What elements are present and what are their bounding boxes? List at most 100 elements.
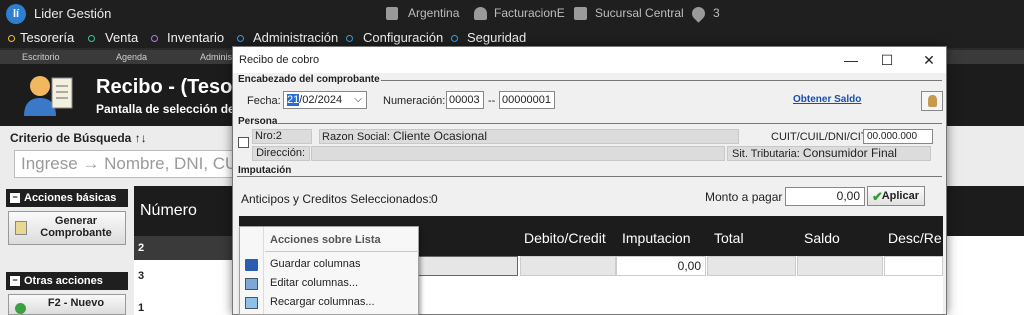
basic-actions-label: Acciones básicas xyxy=(24,192,117,204)
razon-social-box: Razon Social: Cliente Ocasional xyxy=(319,129,739,144)
get-balance-link[interactable]: Obtener Saldo xyxy=(793,94,861,105)
table-row[interactable]: 1 xyxy=(134,302,234,314)
chevron-down-icon[interactable]: ⌵ xyxy=(354,92,362,108)
building-icon xyxy=(574,7,587,20)
reload-columns-icon xyxy=(245,297,258,309)
menu-venta[interactable]: Venta xyxy=(105,30,138,45)
grid-cell-saldo[interactable] xyxy=(797,256,883,276)
menu-dot-icon xyxy=(237,35,244,42)
apply-label: Aplicar xyxy=(881,190,919,202)
maximize-icon[interactable]: ☐ xyxy=(877,51,897,69)
location-count[interactable]: 3 xyxy=(713,6,720,20)
grid-cell-debito-credito[interactable] xyxy=(520,256,616,276)
column-header-desc-recargo[interactable]: Desc/Re xyxy=(888,230,942,246)
person-group-label: Persona xyxy=(237,116,279,127)
app-logo: lí xyxy=(6,4,26,24)
menu-dot-icon xyxy=(346,35,353,42)
menu-dot-icon xyxy=(451,35,458,42)
grid-cell-concept[interactable] xyxy=(413,256,518,276)
menu-item-save-columns[interactable]: Guardar columnas xyxy=(270,258,361,270)
page-subtitle: Pantalla de selección de c xyxy=(96,102,245,116)
menu-item-edit-columns[interactable]: Editar columnas... xyxy=(270,277,358,289)
cuit-label: CUIT/CUIL/DNI/CIT: xyxy=(771,131,870,143)
tax-status-value: Consumidor Final xyxy=(802,146,897,160)
context-menu: Acciones sobre Lista Guardar columnas Ed… xyxy=(239,226,419,315)
menu-administracion[interactable]: Administración xyxy=(253,30,338,45)
menu-dot-icon xyxy=(88,35,95,42)
other-actions-label: Otras acciones xyxy=(24,275,103,287)
close-icon[interactable]: ✕ xyxy=(919,51,939,69)
nro-value: 2 xyxy=(275,130,282,142)
grid-cell-desc-recargo[interactable] xyxy=(884,256,943,276)
group-border xyxy=(237,123,942,124)
table-row[interactable]: 2 xyxy=(134,236,234,260)
client-lookup-button[interactable] xyxy=(921,91,943,111)
menu-inventario[interactable]: Inventario xyxy=(167,30,224,45)
save-icon xyxy=(245,259,258,271)
tab-escritorio[interactable]: Escritorio xyxy=(22,52,60,62)
country-label[interactable]: Argentina xyxy=(408,6,459,20)
receipt-user-icon xyxy=(24,76,73,116)
minimize-icon[interactable]: — xyxy=(841,51,861,69)
collapse-icon[interactable]: − xyxy=(10,276,20,286)
cuit-field[interactable]: 00.000.000 xyxy=(863,129,933,144)
numbering-label: Numeración: xyxy=(383,95,446,107)
menu-dot-icon xyxy=(151,35,158,42)
new-client-label: F2 - Nuevo xyxy=(47,297,105,309)
date-field[interactable]: 21/02/2024 ⌵ xyxy=(283,91,367,109)
flag-icon xyxy=(386,7,398,20)
search-criteria-label: Criterio de Búsqueda ↑↓ xyxy=(10,131,147,145)
allocation-group-label: Imputación xyxy=(237,165,293,176)
voucher-number-field[interactable]: 00000001 xyxy=(499,91,555,109)
address-field[interactable] xyxy=(311,146,725,161)
dialog-title: Recibo de cobro xyxy=(239,54,320,66)
app-title: Lider Gestión xyxy=(34,6,112,21)
page-title: Recibo - (Tesor xyxy=(96,76,241,98)
new-client-button[interactable]: F2 - Nuevo xyxy=(8,294,126,315)
menu-item-reload-columns[interactable]: Recargar columnas... xyxy=(270,296,375,308)
user-icon xyxy=(474,7,487,20)
menu-separator xyxy=(265,251,419,252)
nro-box: Nro:2 xyxy=(252,129,312,144)
tab-agenda[interactable]: Agenda xyxy=(116,52,147,62)
address-label: Dirección: xyxy=(252,146,310,161)
advances-label: Anticipos y Creditos Seleccionados: xyxy=(241,192,432,206)
tax-status-label: Sit. Tributaria: xyxy=(732,148,800,160)
grid-cell-imputacion[interactable]: 0,00 xyxy=(616,256,706,276)
menu-dot-icon xyxy=(8,35,15,42)
column-header-numero[interactable]: Número xyxy=(140,202,197,220)
menu-configuracion[interactable]: Configuración xyxy=(363,30,443,45)
generate-voucher-button[interactable]: Generar Comprobante xyxy=(8,211,126,245)
branch-label[interactable]: Sucursal Central xyxy=(595,6,684,20)
date-rest: /02/2024 xyxy=(299,94,343,106)
menu-tesoreria[interactable]: Tesorería xyxy=(20,30,74,45)
tab-administracion[interactable]: Adminis xyxy=(200,52,232,62)
amount-to-pay-label: Monto a pagar xyxy=(705,190,783,204)
advances-count: 0 xyxy=(431,192,438,206)
apply-button[interactable]: ✔ Aplicar xyxy=(867,186,925,206)
search-input[interactable]: Ingrese → Nombre, DNI, CUI xyxy=(14,150,244,178)
billing-label[interactable]: FacturacionE xyxy=(494,6,565,20)
numbering-separator: -- xyxy=(488,95,496,107)
dialog-titlebar[interactable] xyxy=(233,47,946,73)
edit-columns-icon xyxy=(245,278,258,290)
person-checkbox[interactable] xyxy=(238,137,249,148)
menu-seguridad[interactable]: Seguridad xyxy=(467,30,526,45)
column-header-debito-credito[interactable]: Debito/Credit xyxy=(524,230,606,246)
razon-social-label: Razon Social: xyxy=(322,131,390,143)
grid-cell-total[interactable] xyxy=(707,256,796,276)
table-row[interactable]: 3 xyxy=(134,270,234,282)
other-actions-header[interactable]: − Otras acciones xyxy=(6,272,128,290)
checkmark-icon: ✔ xyxy=(872,189,883,204)
amount-to-pay-field[interactable]: 0,00 xyxy=(785,187,865,206)
point-of-sale-field[interactable]: 00003 xyxy=(446,91,484,109)
tax-status-box: Sit. Tributaria: Consumidor Final xyxy=(727,146,931,161)
razon-social-value: Cliente Ocasional xyxy=(392,129,487,143)
context-menu-title: Acciones sobre Lista xyxy=(270,234,381,246)
basic-actions-header[interactable]: − Acciones básicas xyxy=(6,189,128,207)
group-border xyxy=(237,176,942,177)
column-header-total[interactable]: Total xyxy=(714,230,744,246)
column-header-saldo[interactable]: Saldo xyxy=(804,230,840,246)
column-header-imputacion[interactable]: Imputacion xyxy=(622,230,690,246)
collapse-icon[interactable]: − xyxy=(10,193,20,203)
